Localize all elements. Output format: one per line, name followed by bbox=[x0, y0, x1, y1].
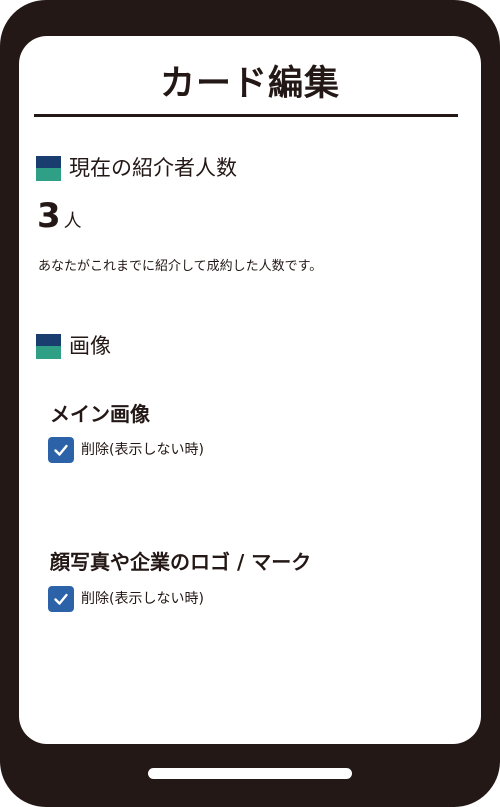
referral-count-value: 3 bbox=[37, 196, 61, 236]
main-image-delete-label: 削除(表示しない時) bbox=[81, 442, 204, 458]
logo-image-label: 顔写真や企業のロゴ / マーク bbox=[50, 550, 312, 574]
main-image-delete-option[interactable]: 削除(表示しない時) bbox=[48, 437, 204, 463]
screen: カード編集 現在の紹介者人数 3 人 あなたがこれまでに紹介して成約した人数です… bbox=[19, 36, 481, 744]
referral-section-heading: 現在の紹介者人数 bbox=[36, 153, 237, 183]
logo-image-delete-label: 削除(表示しない時) bbox=[81, 591, 204, 607]
images-heading-label: 画像 bbox=[69, 334, 111, 358]
referral-count-unit: 人 bbox=[63, 211, 82, 232]
checkmark-icon bbox=[54, 593, 68, 605]
logo-image-delete-option[interactable]: 削除(表示しない時) bbox=[48, 586, 204, 612]
main-image-label: メイン画像 bbox=[50, 402, 150, 426]
referral-count: 3 人 bbox=[37, 196, 82, 236]
home-indicator[interactable] bbox=[148, 768, 352, 779]
title-divider bbox=[34, 114, 458, 117]
referral-heading-label: 現在の紹介者人数 bbox=[69, 156, 237, 180]
images-section-heading: 画像 bbox=[36, 331, 111, 361]
section-marker-icon bbox=[36, 333, 61, 359]
logo-image-delete-checkbox[interactable] bbox=[48, 586, 74, 612]
section-marker-icon bbox=[36, 155, 61, 181]
page-title: カード編集 bbox=[159, 64, 340, 104]
referral-description: あなたがこれまでに紹介して成約した人数です。 bbox=[38, 259, 323, 274]
main-image-delete-checkbox[interactable] bbox=[48, 437, 74, 463]
checkmark-icon bbox=[54, 444, 68, 456]
